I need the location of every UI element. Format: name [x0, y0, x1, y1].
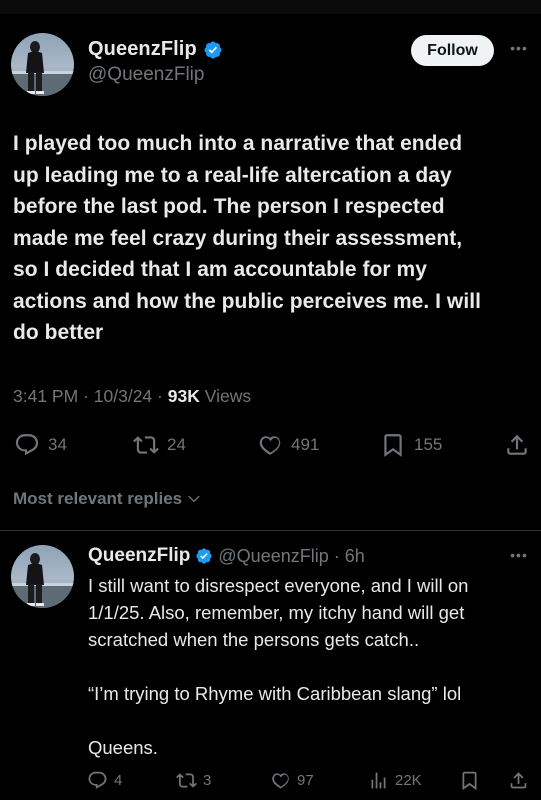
divider — [0, 530, 541, 531]
tweet-meta: 3:41 PM · 10/3/24 · 93K Views — [13, 386, 251, 407]
reply-reply-button[interactable]: 4 — [87, 765, 122, 795]
bookmark-count: 155 — [414, 435, 443, 454]
reply-paragraph: I still want to disrespect everyone, and… — [88, 575, 469, 650]
meta-separator: · — [83, 386, 94, 406]
reply-header: QueenzFlip @QueenzFlip · 6h — [88, 545, 365, 567]
display-name[interactable]: QueenzFlip — [88, 38, 197, 61]
reply-more-icon[interactable]: ••• — [508, 547, 530, 563]
tweet-actions: 34 24 491 155 — [0, 425, 541, 465]
reply-share-button[interactable] — [508, 765, 529, 795]
replies-sort-label: Most relevant replies — [13, 489, 183, 508]
like-icon — [259, 436, 281, 455]
repost-button[interactable]: 24 — [133, 425, 186, 465]
reply-repost-button[interactable]: 3 — [176, 765, 211, 795]
reply-icon — [88, 771, 107, 789]
verified-badge-icon — [196, 548, 213, 564]
status-bar-strip — [0, 0, 541, 14]
author-name-row[interactable]: QueenzFlip — [88, 38, 223, 61]
follow-button[interactable]: Follow — [411, 35, 494, 66]
bookmark-button[interactable]: 155 — [380, 425, 442, 465]
views-label: Views — [204, 386, 252, 406]
bookmark-icon — [462, 771, 477, 790]
views-icon — [371, 772, 386, 788]
bookmark-icon — [384, 434, 402, 457]
like-count: 491 — [291, 435, 320, 454]
tweet-text: I played too much into a narrative that … — [13, 132, 481, 344]
reply-handle[interactable]: @QueenzFlip — [218, 546, 328, 567]
reply-button[interactable]: 34 — [14, 425, 67, 465]
avatar-photo — [11, 553, 74, 608]
tweet-time[interactable]: 3:41 PM — [13, 386, 78, 406]
share-button[interactable] — [504, 425, 530, 465]
reply-text: I still want to disrespect everyone, and… — [88, 572, 528, 788]
reply-bookmark-button[interactable] — [459, 765, 480, 795]
share-icon — [510, 771, 527, 788]
like-button[interactable]: 491 — [257, 425, 319, 465]
reply-paragraph: “I’m trying to Rhyme with Caribbean slan… — [88, 683, 462, 704]
reply-display-name[interactable]: QueenzFlip — [88, 545, 190, 567]
reply-views-count: 22K — [395, 771, 422, 789]
repost-icon — [176, 772, 197, 788]
reply-actions: 4 3 97 22K — [0, 765, 541, 795]
reply-like-button[interactable]: 97 — [270, 765, 314, 795]
chevron-down-icon — [188, 495, 200, 503]
repost-count: 24 — [167, 435, 186, 454]
like-icon — [272, 772, 289, 788]
reply-avatar[interactable] — [11, 545, 74, 608]
reply-paragraph: Queens. — [88, 737, 158, 758]
reply-timestamp[interactable]: 6h — [345, 546, 365, 567]
reply-icon — [15, 434, 39, 456]
reply-reply-count: 4 — [114, 771, 123, 789]
reply-repost-count: 3 — [203, 771, 212, 789]
avatar-photo — [11, 41, 74, 96]
views-count: 93K — [167, 386, 200, 406]
repost-icon — [133, 436, 159, 454]
reply-like-count: 97 — [297, 771, 314, 789]
tweet-date[interactable]: 10/3/24 — [94, 386, 152, 406]
share-icon — [507, 434, 527, 455]
avatar[interactable] — [11, 33, 74, 96]
replies-sort-dropdown[interactable]: Most relevant replies — [13, 489, 202, 509]
meta-separator: · — [157, 386, 168, 406]
reply-count: 34 — [48, 435, 67, 454]
verified-badge-icon — [204, 40, 222, 59]
reply-separator: · — [333, 545, 340, 566]
more-icon[interactable]: ••• — [508, 38, 530, 58]
handle[interactable]: @QueenzFlip — [88, 64, 204, 86]
reply-views-button[interactable]: 22K — [368, 765, 422, 795]
